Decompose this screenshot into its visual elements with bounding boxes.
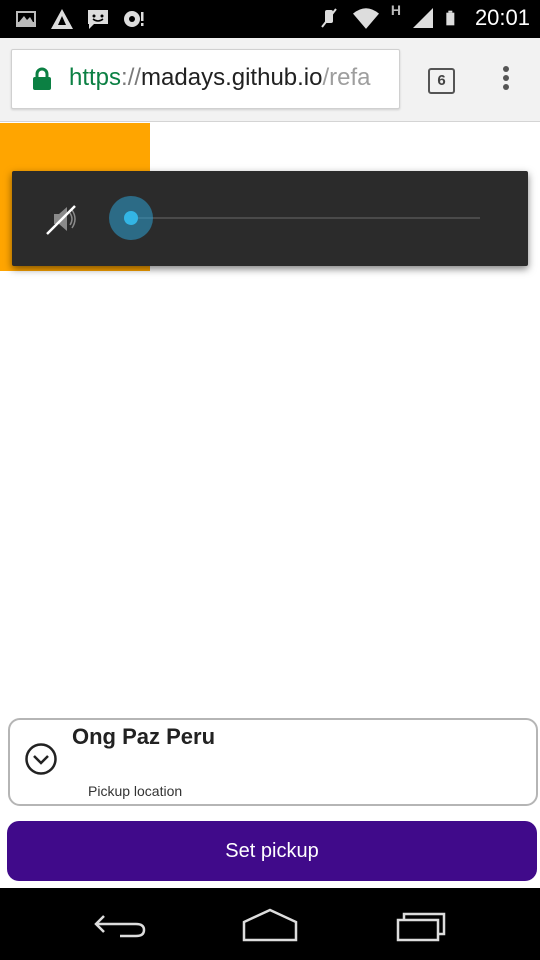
url-host: madays.github.io [141, 64, 323, 91]
chevron-down-circle-icon[interactable] [24, 742, 58, 776]
navigation-bar [0, 888, 540, 960]
phone-screen: H 20:01 https://madays.github.io/refa 6 [0, 0, 540, 960]
recent-apps-icon[interactable] [392, 906, 452, 942]
home-icon[interactable] [240, 906, 300, 942]
lock-icon [33, 67, 51, 90]
pickup-location-card[interactable]: Ong Paz Peru Pickup location [8, 718, 538, 806]
location-name: Ong Paz Peru [72, 724, 216, 749]
clock: 20:01 [474, 5, 530, 30]
url-separator: :// [121, 64, 142, 91]
volume-slider-track[interactable] [132, 217, 480, 219]
wifi-icon [352, 8, 379, 29]
battery-icon [446, 10, 455, 26]
url-path: /refa [322, 64, 371, 91]
gallery-icon [16, 11, 36, 27]
mute-icon [321, 8, 337, 28]
url-text: https://madays.github.io/refa [69, 64, 371, 92]
back-icon[interactable] [90, 906, 150, 942]
status-bar: H 20:01 [0, 0, 540, 38]
location-subtitle: Pickup location [88, 783, 183, 799]
url-scheme: https [69, 64, 122, 91]
signal-icon [412, 8, 433, 28]
url-bar[interactable]: https://madays.github.io/refa [11, 49, 400, 109]
tab-switcher-button[interactable]: 6 [428, 68, 455, 94]
chat-icon [88, 10, 108, 29]
overflow-menu-icon[interactable] [496, 66, 516, 96]
set-pickup-button[interactable]: Set pickup [7, 821, 537, 881]
network-type-label: H [390, 2, 401, 18]
browser-toolbar: https://madays.github.io/refa 6 [0, 38, 540, 122]
sync-icon [124, 11, 144, 27]
volume-slider-thumb[interactable] [109, 196, 153, 240]
speaker-muted-icon[interactable] [44, 201, 80, 237]
slider-thumb-dot [124, 211, 138, 225]
volume-popup [12, 171, 528, 266]
warning-icon [51, 9, 73, 29]
